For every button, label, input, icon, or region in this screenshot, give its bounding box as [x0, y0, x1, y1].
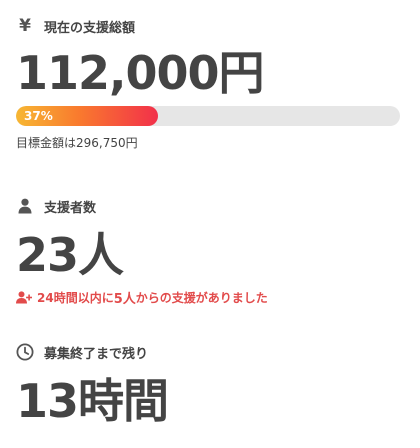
- person-add-icon: [16, 291, 32, 305]
- yen-icon: ¥: [19, 16, 31, 36]
- funding-amount: 112,000円: [16, 46, 265, 100]
- clock-icon: [16, 343, 34, 361]
- recent-count: 5人: [113, 292, 136, 307]
- recent-supporters-notice: 24時間以内に 5人 からの支援がありました: [16, 288, 404, 307]
- supporters-count: 23人: [16, 228, 124, 282]
- funding-section: ¥ 現在の支援総額 112,000円 37% 目標金額は296,750円: [16, 14, 404, 151]
- remaining-label-row: 募集終了まで残り: [16, 340, 404, 364]
- remaining-time: 13時間: [16, 374, 169, 428]
- remaining-label: 募集終了まで残り: [44, 346, 149, 362]
- supporters-section: 支援者数 23人 24時間以内に 5人 からの支援がありました: [16, 194, 404, 307]
- supporters-label: 支援者数: [44, 200, 97, 216]
- supporters-label-row: 支援者数: [16, 194, 404, 218]
- remaining-section: 募集終了まで残り 13時間: [16, 340, 404, 424]
- funding-label-row: ¥ 現在の支援総額: [16, 14, 404, 38]
- recent-suffix: からの支援がありました: [135, 291, 268, 305]
- funding-progress-percent: 37%: [24, 109, 53, 123]
- funding-progress-bar: 37%: [16, 106, 400, 126]
- funding-target: 目標金額は296,750円: [16, 136, 138, 150]
- recent-prefix: 24時間以内に: [37, 291, 114, 305]
- person-icon: [16, 197, 34, 215]
- funding-label: 現在の支援総額: [44, 20, 136, 36]
